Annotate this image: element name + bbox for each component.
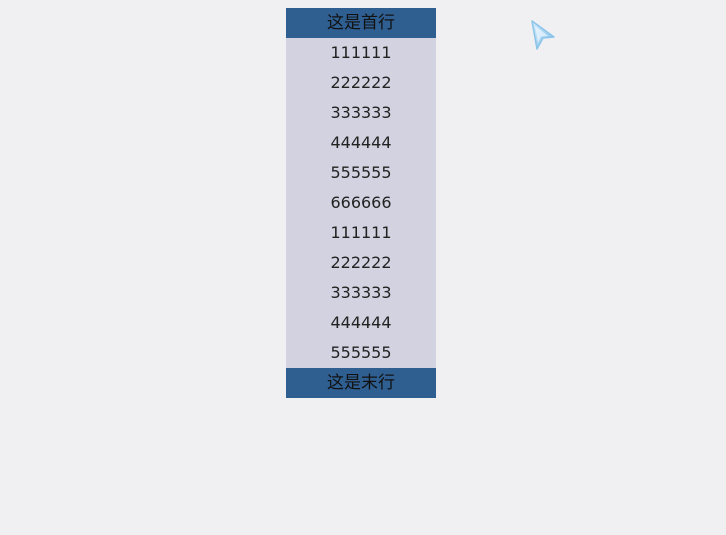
list-item[interactable]: 222222 (286, 248, 436, 278)
list-item[interactable]: 555555 (286, 158, 436, 188)
scroll-list[interactable]: 这是首行 111111 222222 333333 444444 555555 … (286, 8, 436, 398)
list-item[interactable]: 444444 (286, 128, 436, 158)
list-item[interactable]: 333333 (286, 98, 436, 128)
list-item[interactable]: 666666 (286, 188, 436, 218)
list-body[interactable]: 111111 222222 333333 444444 555555 66666… (286, 38, 436, 368)
list-item[interactable]: 222222 (286, 68, 436, 98)
list-item[interactable]: 555555 (286, 338, 436, 368)
list-item[interactable]: 444444 (286, 308, 436, 338)
cursor-pointer-icon (528, 18, 558, 54)
list-item[interactable]: 111111 (286, 38, 436, 68)
list-footer: 这是末行 (286, 368, 436, 398)
list-header: 这是首行 (286, 8, 436, 38)
list-item[interactable]: 333333 (286, 278, 436, 308)
list-item[interactable]: 111111 (286, 218, 436, 248)
